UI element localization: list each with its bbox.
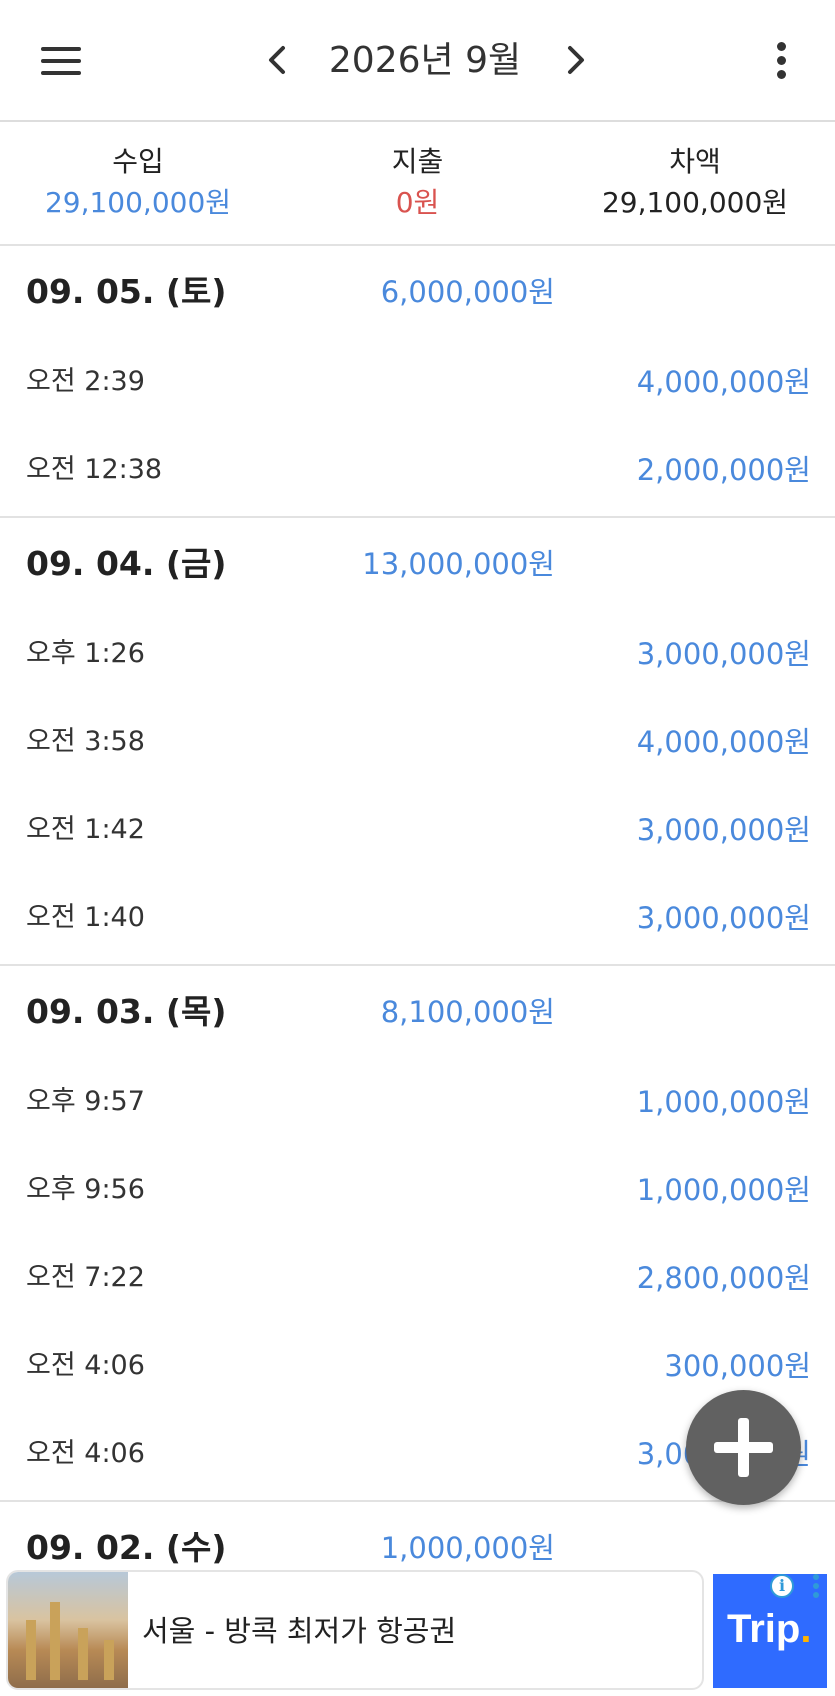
transaction-amount: 3,000,000원 <box>636 813 811 847</box>
transaction-time: 오후 1:26 <box>26 638 145 669</box>
transaction-time: 오후 9:57 <box>26 1086 145 1117</box>
vertical-dots-icon[interactable] <box>770 40 794 82</box>
chevron-right-icon <box>568 46 584 74</box>
day-total: 8,100,000원 <box>380 995 555 1029</box>
transaction-row[interactable]: 오전 3:58 4,000,000원 <box>0 700 835 788</box>
transaction-time: 오전 2:39 <box>26 366 145 397</box>
day-group: 09. 05. (토) 6,000,000원 오전 2:39 4,000,000… <box>0 246 835 518</box>
day-date: 09. 04. (금) <box>26 544 227 583</box>
transaction-row[interactable]: 오전 7:22 2,800,000원 <box>0 1236 835 1324</box>
transaction-time: 오후 9:56 <box>26 1174 145 1205</box>
transaction-list[interactable]: 09. 05. (토) 6,000,000원 오전 2:39 4,000,000… <box>0 246 835 1598</box>
transaction-amount: 4,000,000원 <box>636 725 811 759</box>
ad-image <box>8 1572 128 1688</box>
monthly-summary: 수입 29,100,000원 지출 0원 차액 29,100,000원 <box>0 122 835 246</box>
transaction-time: 오전 1:40 <box>26 902 145 933</box>
hamburger-menu-icon[interactable] <box>38 44 84 78</box>
transaction-row[interactable]: 오전 1:40 3,000,000원 <box>0 876 835 964</box>
transaction-row[interactable]: 오후 9:56 1,000,000원 <box>0 1148 835 1236</box>
ad-card[interactable]: 서울 - 방콕 최저가 항공권 <box>6 1570 704 1690</box>
prev-month-button[interactable] <box>259 40 295 80</box>
day-date: 09. 03. (목) <box>26 992 227 1031</box>
day-date: 09. 05. (토) <box>26 272 227 311</box>
info-icon[interactable]: i <box>770 1574 794 1598</box>
transaction-amount: 3,000,000원 <box>636 637 811 671</box>
balance-value: 29,100,000원 <box>601 186 789 219</box>
transaction-time: 오전 4:06 <box>26 1438 145 1469</box>
next-month-button[interactable] <box>558 40 594 80</box>
day-header[interactable]: 09. 05. (토) 6,000,000원 <box>0 246 835 340</box>
transaction-time: 오전 7:22 <box>26 1262 145 1293</box>
income-value: 29,100,000원 <box>44 186 232 219</box>
transaction-row[interactable]: 오전 4:06 300,000원 <box>0 1324 835 1412</box>
expense-label: 지출 <box>391 145 444 178</box>
day-header[interactable]: 09. 04. (금) 13,000,000원 <box>0 518 835 612</box>
add-transaction-button[interactable] <box>686 1390 801 1505</box>
transaction-amount: 2,800,000원 <box>636 1261 811 1295</box>
trip-logo-dot: . <box>800 1607 812 1651</box>
transaction-row[interactable]: 오후 1:26 3,000,000원 <box>0 612 835 700</box>
day-group: 09. 04. (금) 13,000,000원 오후 1:26 3,000,00… <box>0 518 835 966</box>
day-date: 09. 02. (수) <box>26 1528 227 1567</box>
expense-value: 0원 <box>395 186 440 219</box>
transaction-amount: 1,000,000원 <box>636 1173 811 1207</box>
transaction-amount: 1,000,000원 <box>636 1085 811 1119</box>
app-root: 2026년 9월 수입 29,100,000원 지출 0원 차액 29,100,… <box>0 0 835 1696</box>
trip-logo-text: Trip <box>727 1607 801 1651</box>
ad-banner: 서울 - 방콕 최저가 항공권 Trip. <box>0 1568 835 1696</box>
transaction-time: 오전 4:06 <box>26 1350 145 1381</box>
income-label: 수입 <box>112 145 164 178</box>
transaction-row[interactable]: 오전 12:38 2,000,000원 <box>0 428 835 516</box>
day-total: 1,000,000원 <box>380 1531 555 1565</box>
ad-text: 서울 - 방콕 최저가 항공권 <box>142 1614 457 1648</box>
balance-summary: 차액 29,100,000원 <box>590 142 800 224</box>
day-total: 13,000,000원 <box>362 547 555 581</box>
transaction-amount: 2,000,000원 <box>636 453 811 487</box>
expense-summary: 지출 0원 <box>330 142 505 224</box>
chevron-left-icon <box>269 46 285 74</box>
top-app-bar: 2026년 9월 <box>0 0 835 122</box>
month-title[interactable]: 2026년 9월 <box>310 36 540 86</box>
day-total: 6,000,000원 <box>380 275 555 309</box>
transaction-row[interactable]: 오전 2:39 4,000,000원 <box>0 340 835 428</box>
day-header[interactable]: 09. 03. (목) 8,100,000원 <box>0 966 835 1060</box>
balance-label: 차액 <box>669 145 721 178</box>
transaction-amount: 3,000,000원 <box>636 901 811 935</box>
transaction-time: 오전 1:42 <box>26 814 145 845</box>
transaction-row[interactable]: 오전 1:42 3,000,000원 <box>0 788 835 876</box>
transaction-amount: 300,000원 <box>664 1349 811 1383</box>
ad-options-icon[interactable] <box>810 1574 822 1600</box>
income-summary: 수입 29,100,000원 <box>28 142 248 224</box>
transaction-amount: 4,000,000원 <box>636 365 811 399</box>
transaction-time: 오전 3:58 <box>26 726 145 757</box>
transaction-time: 오전 12:38 <box>26 454 163 485</box>
transaction-row[interactable]: 오후 9:57 1,000,000원 <box>0 1060 835 1148</box>
